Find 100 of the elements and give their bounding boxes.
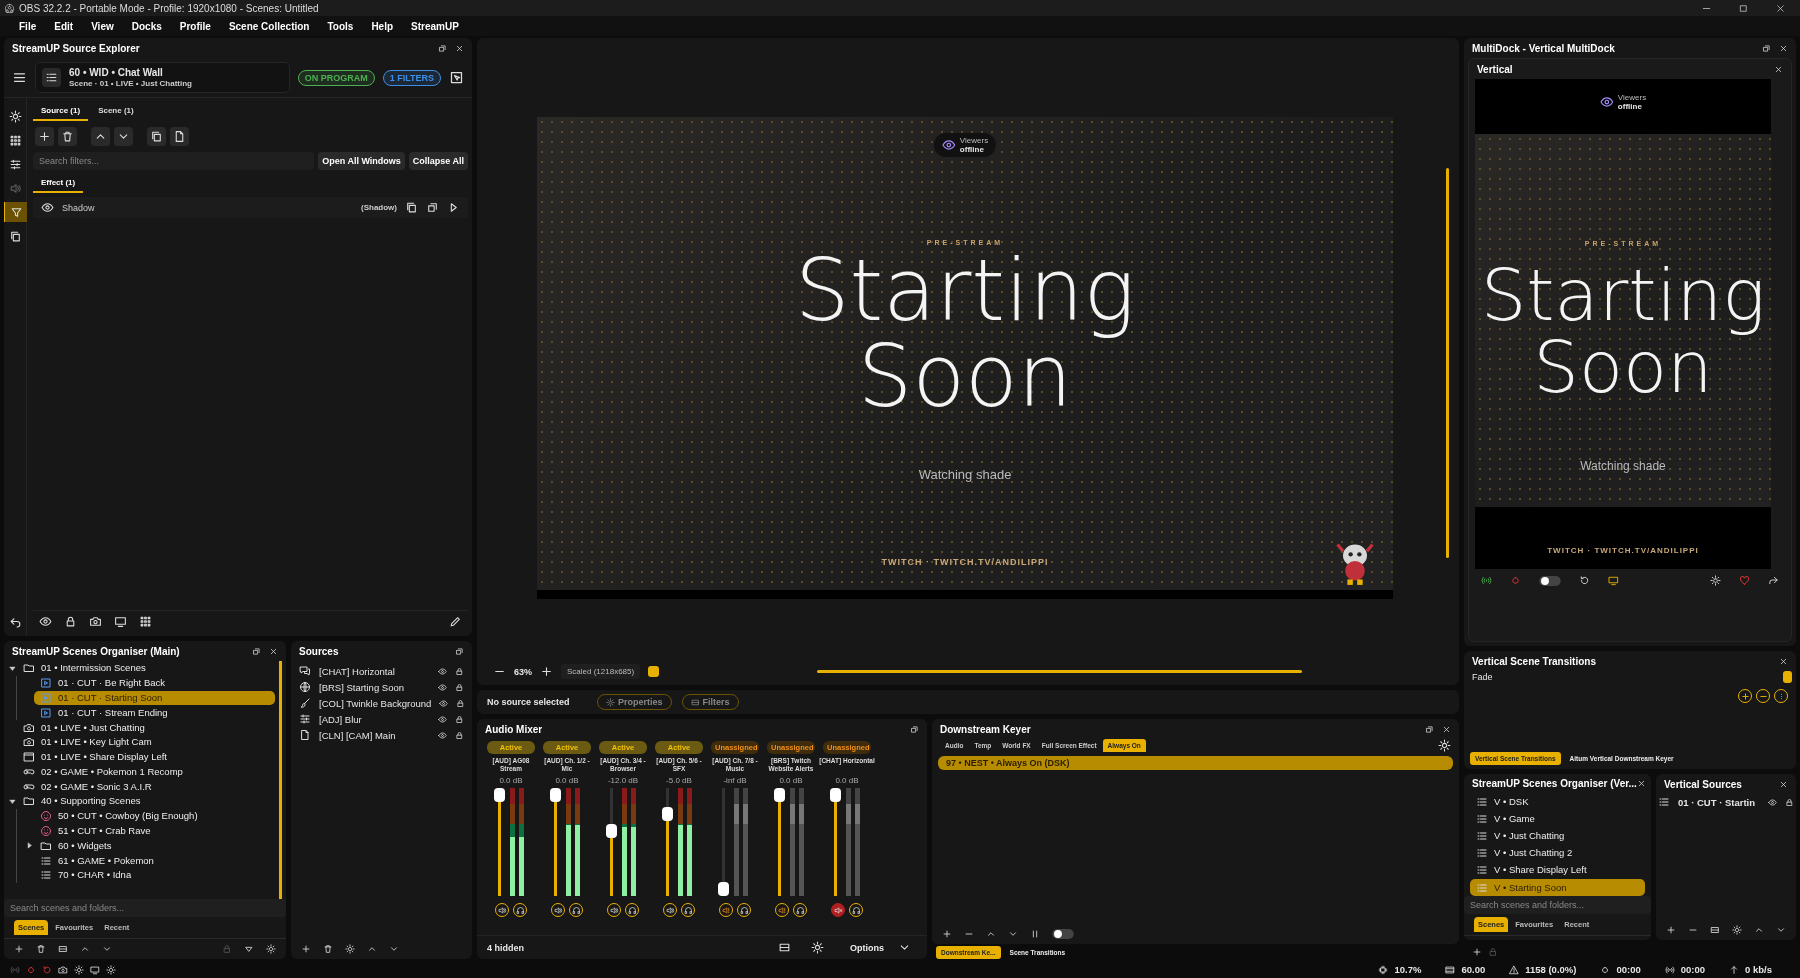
close-icon[interactable] [1774, 64, 1783, 74]
source-item[interactable]: [CHAT] Horizontal [319, 665, 430, 677]
scene-item[interactable]: 02 • GAME • Sonic 3 A.I.R [17, 779, 275, 795]
cursor-box-icon[interactable] [449, 70, 464, 85]
scene-item[interactable]: 01 • LIVE • Just Chatting [17, 720, 275, 735]
plus-icon[interactable] [35, 127, 54, 146]
close-icon[interactable] [455, 43, 464, 53]
chevron-down-icon[interactable] [102, 944, 112, 954]
layout-icon[interactable] [58, 944, 68, 954]
settings-icon[interactable] [106, 964, 116, 975]
replay-icon[interactable] [1579, 575, 1590, 586]
menu-item[interactable]: Scene Collection [221, 18, 317, 34]
close-icon[interactable] [1779, 779, 1788, 789]
scene-item[interactable]: 01 • LIVE • Share Display Left [17, 749, 275, 765]
scrollbar[interactable] [1783, 671, 1792, 683]
scene-item[interactable]: V • DSK [1470, 793, 1645, 811]
search-field[interactable]: Search filters... [33, 152, 315, 170]
float-icon[interactable] [455, 646, 464, 656]
lock-icon[interactable] [64, 615, 77, 628]
eye-icon[interactable] [438, 730, 447, 740]
lock-icon[interactable] [455, 666, 464, 676]
scene-item[interactable]: V • Share Display Left [1470, 861, 1645, 879]
chevron-up-icon[interactable] [80, 944, 90, 954]
menu-item[interactable]: File [12, 18, 44, 34]
close-icon[interactable] [1779, 656, 1788, 666]
source-item[interactable]: 01 · CUT · Startin [1678, 796, 1760, 808]
plus-icon[interactable] [301, 944, 311, 954]
float-icon[interactable] [1425, 724, 1434, 734]
scene-item[interactable]: V • Just Chatting 2 [1470, 844, 1645, 862]
lock-icon[interactable] [456, 698, 466, 708]
float-icon[interactable] [438, 43, 447, 53]
eye-icon[interactable] [438, 714, 447, 724]
menu-item[interactable]: StreamUP [404, 18, 466, 34]
eye-icon[interactable] [438, 682, 447, 692]
menu-item[interactable]: Help [364, 18, 401, 34]
action-button[interactable]: Open All Windows [318, 152, 405, 170]
menu-item[interactable]: Edit [47, 18, 81, 34]
pencil-icon[interactable] [449, 615, 462, 628]
source-item[interactable]: [COL] Twinkle Background [319, 697, 432, 709]
eye-icon[interactable] [439, 698, 449, 708]
scrollbar[interactable] [817, 670, 1303, 673]
scene-item[interactable]: V • Game [1470, 810, 1645, 828]
menu-item[interactable]: Docks [124, 18, 169, 34]
close-icon[interactable] [269, 646, 278, 656]
caret-right-icon[interactable] [25, 841, 34, 851]
filter-name[interactable]: Shadow [62, 202, 353, 213]
tab[interactable]: Scene (1) [90, 102, 142, 121]
scene-item[interactable]: V • Starting Soon [1470, 878, 1645, 897]
plus-icon[interactable] [14, 944, 24, 954]
scene-item[interactable]: 40 • Supporting Scenes [17, 794, 275, 809]
scene-item[interactable]: 51 • CUT • Crab Rave [34, 823, 275, 839]
scene-item[interactable]: 01 · CUT · Be Right Back [34, 675, 275, 691]
settings-icon[interactable] [1710, 575, 1721, 586]
camera-icon[interactable] [89, 615, 102, 628]
settings-icon[interactable] [1732, 925, 1742, 935]
heart-icon[interactable] [1739, 575, 1750, 586]
settings-icon[interactable] [1438, 739, 1451, 752]
record-icon[interactable] [26, 964, 36, 975]
scene-item[interactable]: 97 • NEST • Always On (DSK) [938, 756, 1453, 770]
search-field[interactable]: Search scenes and folders... [1464, 896, 1651, 915]
maximize-icon[interactable] [1738, 2, 1749, 14]
settings-icon[interactable] [74, 964, 84, 975]
scene-item[interactable]: V • Just Chatting [1470, 827, 1645, 845]
float-icon[interactable] [426, 201, 439, 214]
options-button[interactable]: Options [844, 940, 917, 955]
settings-icon[interactable] [345, 944, 355, 954]
scrollbar[interactable] [1446, 168, 1449, 558]
lock-icon[interactable] [455, 730, 464, 740]
plus-icon[interactable] [540, 665, 553, 678]
camera-icon[interactable] [58, 964, 68, 975]
group-tab[interactable]: Effect (1) [33, 174, 84, 193]
eye-icon[interactable] [1768, 797, 1777, 807]
menu-item[interactable]: Profile [172, 18, 218, 34]
close-icon[interactable] [1636, 779, 1646, 788]
action-button[interactable]: Collapse All [408, 152, 468, 170]
mute-button[interactable] [831, 903, 845, 917]
chevron-down-icon[interactable] [1776, 925, 1786, 935]
scene-item[interactable]: 01 · CUT · Starting Soon [34, 690, 275, 706]
eye-icon[interactable] [39, 615, 52, 628]
caret-down-icon[interactable] [8, 663, 17, 673]
plus-icon[interactable] [942, 929, 952, 939]
chevron-up-icon[interactable] [1754, 925, 1764, 935]
undo-icon[interactable] [8, 615, 22, 628]
eye-icon[interactable] [438, 666, 447, 676]
source-item[interactable]: [BRS] Starting Soon [319, 681, 430, 693]
close-icon[interactable] [1779, 43, 1788, 53]
chevron-down-icon[interactable] [114, 127, 133, 146]
lock-icon[interactable] [1785, 797, 1794, 807]
scene-item[interactable]: 01 · CUT · Stream Ending [34, 705, 275, 721]
broadcast-icon[interactable] [1481, 575, 1492, 586]
search-field[interactable]: Search scenes and folders... [4, 899, 286, 917]
toggle-icon[interactable] [1052, 929, 1074, 939]
transition-select[interactable]: Fade [1472, 672, 1783, 682]
toggle-icon[interactable] [1539, 575, 1561, 586]
close-icon[interactable] [1775, 2, 1786, 14]
caret-down-icon[interactable] [244, 944, 254, 954]
close-icon[interactable] [1442, 724, 1451, 734]
chevron-down-icon[interactable] [1008, 929, 1018, 939]
copy-icon[interactable] [147, 127, 166, 146]
float-icon[interactable] [910, 724, 919, 734]
